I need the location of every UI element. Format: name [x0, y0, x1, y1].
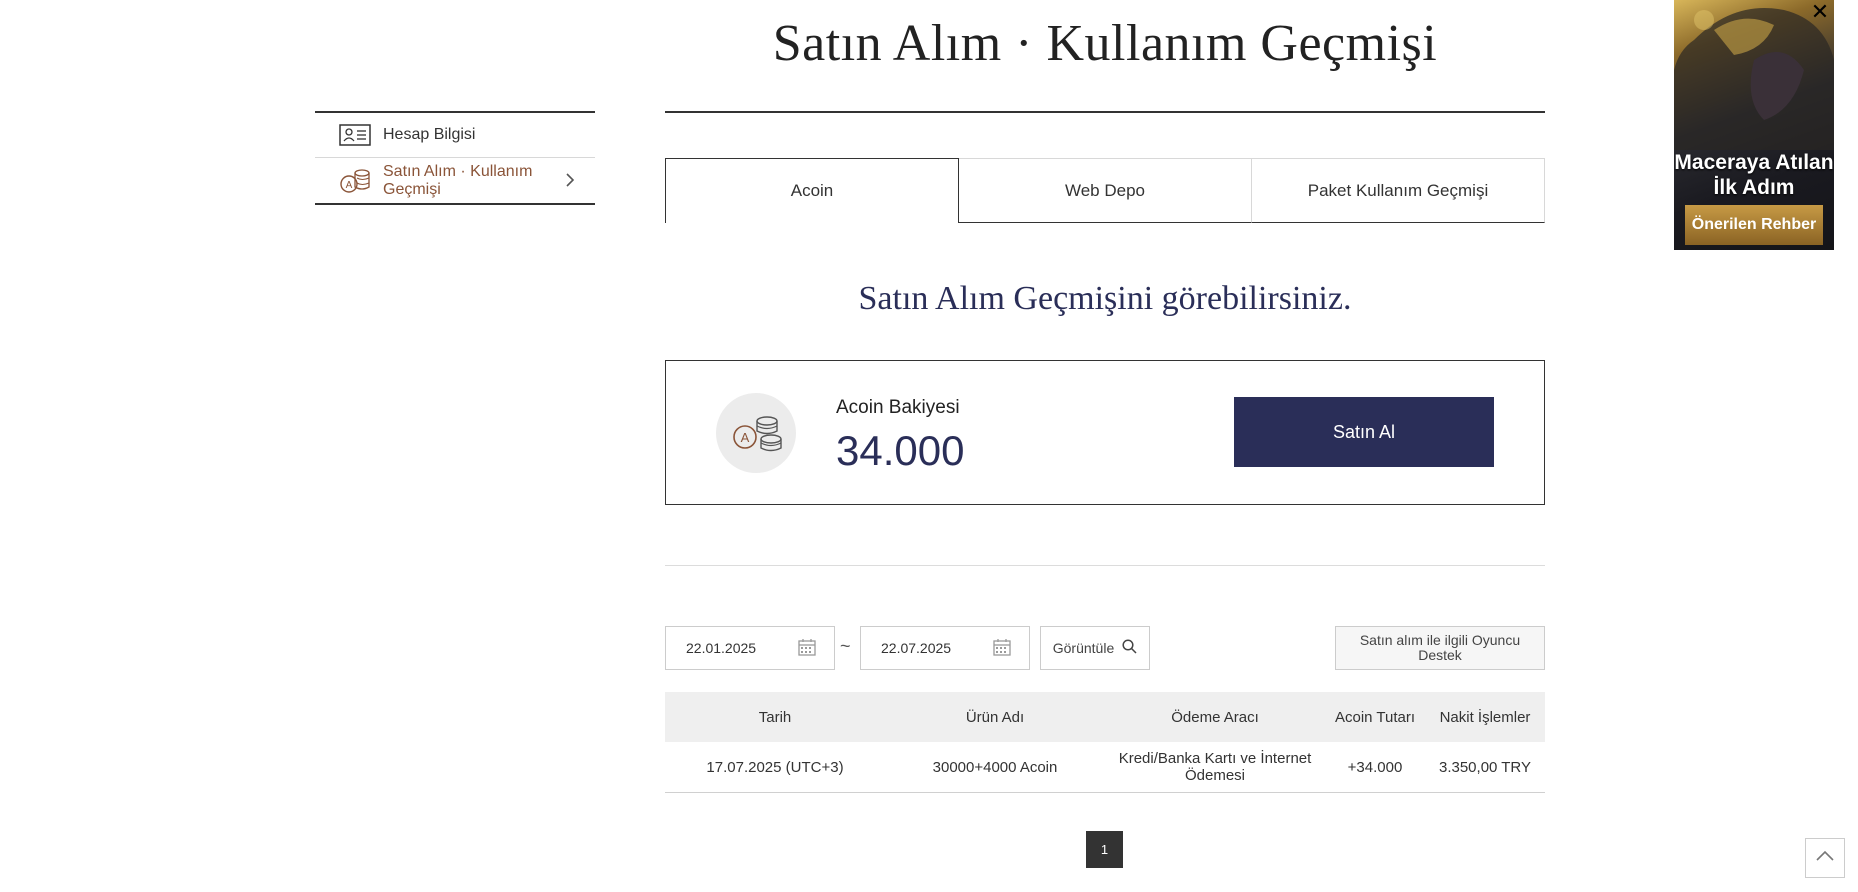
- end-date-input[interactable]: [879, 639, 983, 657]
- section-divider: [665, 565, 1545, 566]
- table-header: Tarih Ürün Adı Ödeme Aracı Acoin Tutarı …: [665, 692, 1545, 742]
- recommended-guide-button[interactable]: Önerilen Rehber: [1685, 205, 1823, 245]
- close-icon[interactable]: ✕: [1808, 0, 1832, 24]
- cell-date: 17.07.2025 (UTC+3): [706, 758, 844, 776]
- balance-panel: A Acoin Bakiyesi 34.000 Satın Al: [665, 360, 1545, 505]
- search-icon: [1122, 639, 1137, 657]
- cell-payment-method: Kredi/Banka Kartı ve İnternet Ödemesi: [1118, 750, 1312, 784]
- view-button[interactable]: Görüntüle: [1040, 626, 1150, 670]
- table-row: 17.07.2025 (UTC+3) 30000+4000 Acoin Kred…: [665, 742, 1545, 793]
- calendar-icon[interactable]: [798, 638, 816, 659]
- player-support-button[interactable]: Satın alım ile ilgili Oyuncu Destek: [1335, 626, 1545, 670]
- scroll-to-top-button[interactable]: [1805, 838, 1845, 878]
- column-header: Nakit İşlemler: [1439, 708, 1531, 726]
- svg-text:A: A: [346, 180, 353, 191]
- sidebar: Hesap Bilgisi A Satın Alım · Kullanım Ge…: [315, 111, 595, 205]
- pagination-page-1[interactable]: 1: [1086, 831, 1123, 868]
- chevron-up-icon: [1815, 849, 1835, 867]
- start-date-input[interactable]: [684, 639, 788, 657]
- svg-text:A: A: [741, 430, 750, 445]
- tab-bar: Acoin Web Depo Paket Kullanım Geçmişi: [665, 158, 1545, 223]
- page-title: Satın Alım · Kullanım Geçmişi: [772, 15, 1438, 72]
- promo-title: Maceraya Atılan İlk Adım: [1674, 151, 1834, 199]
- balance-label: Acoin Bakiyesi: [836, 397, 960, 418]
- sidebar-item-purchase-history[interactable]: A Satın Alım · Kullanım Geçmişi: [315, 158, 595, 205]
- purchase-history-table: Tarih Ürün Adı Ödeme Aracı Acoin Tutarı …: [665, 692, 1545, 793]
- date-range-separator: ~: [840, 636, 851, 656]
- cell-product-name: 30000+4000 Acoin: [932, 758, 1058, 776]
- end-date-field[interactable]: [860, 626, 1030, 670]
- chevron-right-icon: [565, 172, 575, 193]
- tab-web-depo[interactable]: Web Depo: [959, 158, 1252, 223]
- column-header: Acoin Tutarı: [1334, 708, 1416, 726]
- balance-value: 34.000: [836, 427, 965, 474]
- title-divider: [665, 111, 1545, 113]
- sidebar-item-account-info[interactable]: Hesap Bilgisi: [315, 113, 595, 158]
- promo-banner[interactable]: Maceraya Atılan İlk Adım Önerilen Rehber: [1674, 0, 1834, 250]
- column-header: Ürün Adı: [965, 708, 1025, 726]
- buy-button[interactable]: Satın Al: [1234, 397, 1494, 467]
- sidebar-item-label: Satın Alım · Kullanım Geçmişi: [383, 162, 533, 198]
- calendar-icon[interactable]: [993, 638, 1011, 659]
- acoin-icon: A: [716, 393, 796, 473]
- view-button-label: Görüntüle: [1052, 640, 1115, 656]
- cell-acoin-amount: +34.000: [1347, 758, 1403, 776]
- section-subtitle: Satın Alım Geçmişini görebilirsiniz.: [858, 280, 1352, 317]
- cell-cash-amount: 3.350,00 TRY: [1438, 758, 1531, 776]
- column-header: Tarih: [758, 708, 792, 726]
- column-header: Ödeme Aracı: [1171, 708, 1259, 726]
- start-date-field[interactable]: [665, 626, 835, 670]
- tab-package-usage-history[interactable]: Paket Kullanım Geçmişi: [1252, 158, 1545, 223]
- id-card-icon: [335, 124, 375, 146]
- coins-icon: A: [335, 167, 375, 195]
- tab-acoin[interactable]: Acoin: [665, 158, 959, 223]
- sidebar-item-label: Hesap Bilgisi: [383, 126, 476, 143]
